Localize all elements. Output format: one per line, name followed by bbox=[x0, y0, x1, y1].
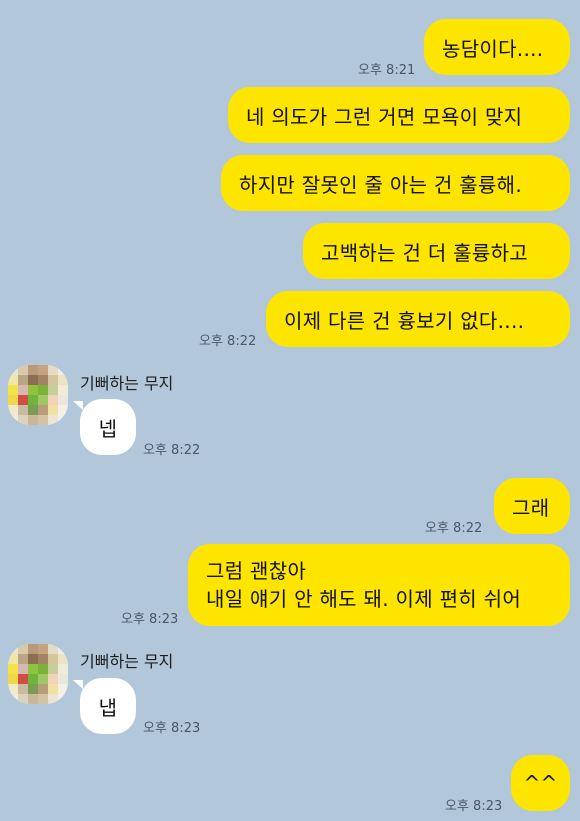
contact-avatar[interactable] bbox=[8, 365, 68, 425]
message-text-line: 그럼 괜찮아 bbox=[206, 559, 307, 583]
message-time: 오후 8:23 bbox=[121, 612, 179, 627]
message-time: 오후 8:22 bbox=[425, 521, 483, 536]
message-text: 고백하는 건 더 훌륭하고 bbox=[321, 240, 528, 265]
message-text: 냅 bbox=[98, 695, 118, 720]
outgoing-message-bubble[interactable]: 그럼 괜찮아 내일 얘기 안 해도 돼. 이제 편히 쉬어 bbox=[188, 544, 570, 626]
outgoing-message-bubble[interactable]: 농담이다.... bbox=[424, 19, 570, 75]
message-time: 오후 8:21 bbox=[358, 63, 416, 78]
message-time: 오후 8:23 bbox=[445, 799, 503, 814]
message-text-line: 내일 얘기 안 해도 돼. 이제 편히 쉬어 bbox=[206, 587, 522, 611]
incoming-message-bubble[interactable]: 넵 bbox=[80, 399, 136, 455]
outgoing-message-bubble[interactable]: 그래 bbox=[494, 478, 570, 534]
message-text: 이제 다른 건 흉보기 없다.... bbox=[284, 308, 525, 333]
outgoing-message-bubble[interactable]: 이제 다른 건 흉보기 없다.... bbox=[266, 291, 570, 347]
contact-avatar[interactable] bbox=[8, 644, 68, 704]
message-text: ^^ bbox=[523, 771, 558, 795]
message-time: 오후 8:22 bbox=[143, 443, 201, 458]
bubble-tail bbox=[73, 680, 83, 689]
message-text: 넵 bbox=[98, 416, 118, 441]
bubble-tail bbox=[73, 401, 83, 410]
contact-name: 기뻐하는 무지 bbox=[80, 652, 174, 671]
message-text: 하지만 잘못인 줄 아는 건 훌륭해. bbox=[239, 172, 523, 197]
outgoing-message-bubble[interactable]: 네 의도가 그런 거면 모욕이 맞지 bbox=[228, 87, 570, 143]
message-time: 오후 8:23 bbox=[143, 721, 201, 736]
incoming-message-bubble[interactable]: 냅 bbox=[80, 678, 136, 734]
message-text: 그래 bbox=[512, 495, 550, 520]
message-text: 농담이다.... bbox=[442, 36, 544, 61]
outgoing-message-bubble[interactable]: 하지만 잘못인 줄 아는 건 훌륭해. bbox=[221, 155, 570, 211]
message-text: 네 의도가 그런 거면 모욕이 맞지 bbox=[246, 104, 523, 129]
message-time: 오후 8:22 bbox=[199, 334, 257, 349]
outgoing-message-bubble[interactable]: ^^ bbox=[511, 755, 570, 811]
contact-name: 기뻐하는 무지 bbox=[80, 374, 174, 393]
outgoing-message-bubble[interactable]: 고백하는 건 더 훌륭하고 bbox=[303, 223, 570, 279]
